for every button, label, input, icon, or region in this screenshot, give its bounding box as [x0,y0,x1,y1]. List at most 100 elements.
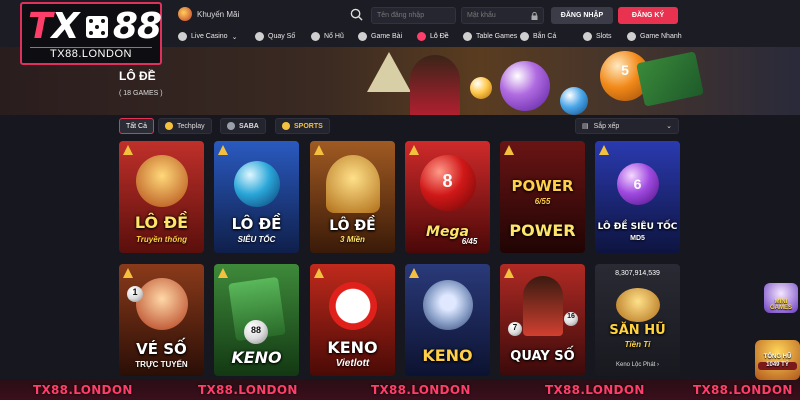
watermark-text: TX88.LONDON [545,383,645,397]
provider-badge [504,145,514,155]
password-placeholder: Mật khẩu [467,12,496,19]
username-placeholder: Tên đăng nhập [377,12,425,19]
fish-icon [520,32,529,41]
lotto-ball-image [470,77,492,99]
game-card[interactable]: LÔ ĐỀ Truyền thống [119,141,204,253]
nav-item-slots[interactable]: Slots [583,32,612,41]
sports-icon [282,122,290,130]
ball-number: 16 [567,313,575,320]
nav-item-table-games[interactable]: Table Games [463,32,517,41]
treasure-pot-image [615,288,660,322]
sort-dropdown[interactable]: ▤ Sắp xếp ⌄ [575,118,679,134]
game-card[interactable]: 1 VÉ SỐ TRỰC TUYẾN [119,264,204,376]
chip-label: SPORTS [294,122,323,130]
nav-label: Game Bài [371,33,403,40]
brand-logo[interactable]: TX 88 TX88.LONDON [20,2,162,65]
provider-badge [218,268,228,278]
game-title: SĂN HŨ [609,323,666,338]
game-title: POWER [509,221,576,240]
page-title: LÔ ĐỀ [119,69,156,83]
nav-item-lo-de[interactable]: Lô Đề [417,32,449,41]
provider-badge [123,145,133,155]
provider-badge [409,268,419,278]
lotto-ball-image [500,61,550,111]
game-title: QUAY SỐ [510,349,575,364]
ball-number: 6 [633,176,642,192]
ticket-image [636,51,704,107]
game-card[interactable]: LÔ ĐỀ 3 Miền [310,141,395,253]
nav-item-game-nhanh[interactable]: Game Nhanh [627,32,682,41]
nav-item-ban-ca[interactable]: Bắn Cá [520,32,556,41]
lotto-ball-image [560,87,588,115]
game-card[interactable]: KENO Vietlott [310,264,395,376]
casino-icon [178,32,187,41]
mini-games-widget[interactable]: MINI GAMES [764,283,798,313]
game-subtitle: 6/55 [534,197,551,206]
ball-number: 8 [442,171,453,191]
password-input[interactable]: Mật khẩu [461,7,544,24]
watermark-text: TX88.LONDON [198,383,298,397]
game-card[interactable]: 6 LÔ ĐỀ SIÊU TỐC MD5 [595,141,680,253]
filter-saba[interactable]: SABA [220,118,266,134]
ball-number: 7 [512,323,518,332]
lotto-ball-image [233,161,280,207]
jackpot-widget[interactable]: TỔNG HŨ 1049 TỶ [755,340,800,380]
chevron-down-icon: ⌄ [231,33,238,41]
game-subtitle: TRỰC TUYẾN [135,360,188,369]
nav-item-live-casino[interactable]: Live Casino ⌄ [178,32,237,41]
lotto-icon [417,32,426,41]
ball-number: 1 [132,287,138,297]
jackpot-widget-amount: 1049 TỶ [758,361,797,370]
filter-all[interactable]: Tất Cả [119,118,155,134]
game-subtitle: 6/45 [461,237,478,246]
game-title: KENO [422,346,473,365]
nav-item-quay-so[interactable]: Quay Số [255,32,295,41]
fast-game-icon [627,32,636,41]
game-card[interactable]: LÔ ĐỀ SIÊU TỐC [214,141,299,253]
game-card[interactable]: 8,307,914,539 SĂN HŨ Tiền Tỉ Keno Lộc Ph… [595,264,680,376]
table-icon [463,32,472,41]
slots-icon [583,32,592,41]
login-button[interactable]: ĐĂNG NHẬP [551,7,613,24]
vietlott-logo-image [328,282,377,330]
game-card[interactable]: 8 Mega 6/45 [405,141,490,253]
game-subtitle: Truyền thống [136,235,187,244]
game-title: VÉ SỐ [136,340,187,358]
lotto-drum-image [422,280,473,330]
game-card[interactable]: 88 KENO [214,264,299,376]
dice-icon [86,16,108,38]
cards-icon [358,32,367,41]
game-card[interactable]: KENO [405,264,490,376]
sort-icon: ▤ [582,123,589,130]
hostess-image [410,55,460,115]
game-title: KENO [327,338,378,357]
provider-badge [314,268,324,278]
game-subtitle: 3 Miền [340,235,365,244]
chip-label: SABA [239,122,259,130]
promo-link[interactable]: Khuyến Mãi [178,7,239,21]
game-card[interactable]: 7 16 QUAY SỐ [500,264,585,376]
provider-badge [409,145,419,155]
lock-icon [531,11,538,20]
game-title: LÔ ĐỀ [134,213,189,232]
nav-item-no-hu[interactable]: Nổ Hũ [311,32,344,41]
game-subtitle: SIÊU TỐC [237,235,276,244]
username-input[interactable]: Tên đăng nhập [371,7,456,24]
saba-icon [227,122,235,130]
god-of-wealth-image [135,278,188,330]
nav-item-game-bai[interactable]: Game Bài [358,32,402,41]
watermark-text: TX88.LONDON [693,383,793,397]
nav-label: Lô Đề [430,33,449,40]
nav-label: Nổ Hũ [324,33,344,40]
search-icon[interactable] [350,8,363,21]
games-count: ( 18 GAMES ) [119,90,163,97]
god-of-wealth-image [135,155,188,207]
game-subtitle: Vietlott [335,358,370,369]
game-card[interactable]: POWER 6/55 POWER [500,141,585,253]
register-button[interactable]: ĐĂNG KÝ [618,7,678,24]
provider-badge [218,145,228,155]
keno-loc-phat-link[interactable]: Keno Lộc Phát › [595,362,680,368]
ball-number: 88 [250,325,261,335]
filter-sports[interactable]: SPORTS [275,118,330,134]
filter-techplay[interactable]: Techplay [158,118,212,134]
